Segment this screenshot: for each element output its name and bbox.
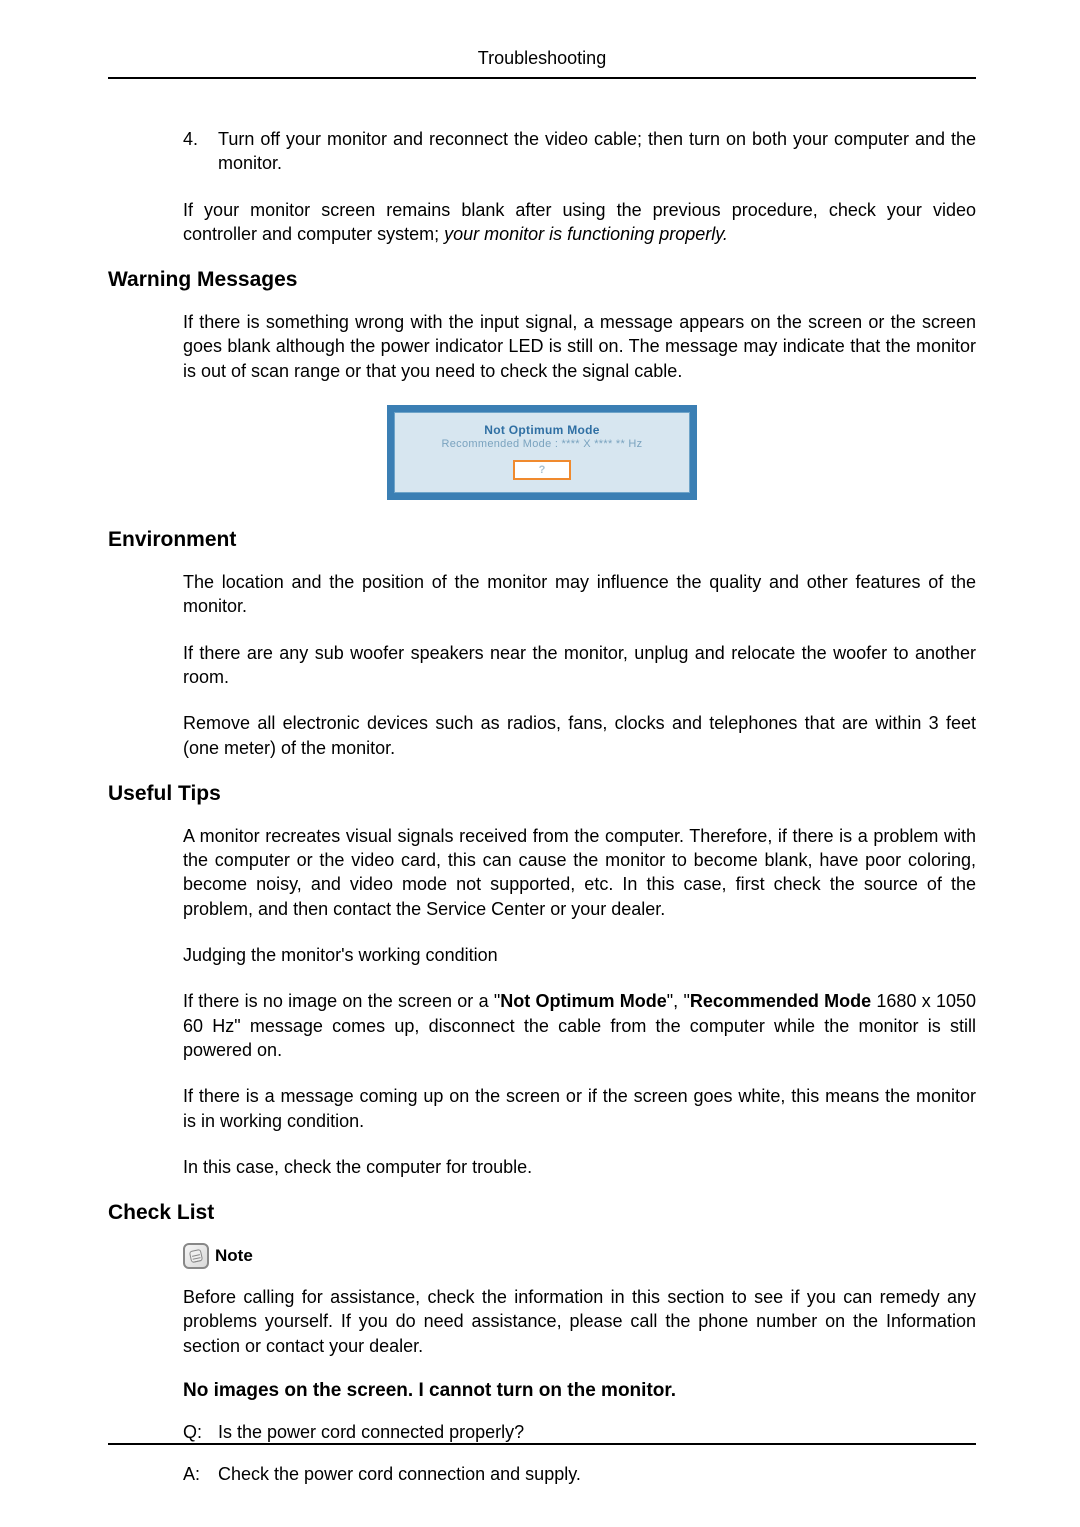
heading-check-list: Check List	[108, 1201, 976, 1225]
checklist-note-paragraph: Before calling for assistance, check the…	[183, 1285, 976, 1358]
tips-p3-pre: If there is no image on the screen or a …	[183, 991, 500, 1011]
tips-p1: A monitor recreates visual signals recei…	[183, 824, 976, 921]
q-text: Is the power cord connected properly?	[218, 1420, 976, 1444]
dialog-body: Not Optimum Mode Recommended Mode : ****…	[394, 412, 690, 493]
a-text: Check the power cord connection and supp…	[218, 1462, 976, 1486]
qa-answer-row: A: Check the power cord connection and s…	[183, 1462, 976, 1486]
tips-p5: In this case, check the computer for tro…	[183, 1155, 976, 1179]
tips-p3-mid: ", "	[667, 991, 690, 1011]
heading-environment: Environment	[108, 528, 976, 552]
a-label: A:	[183, 1462, 218, 1486]
tips-p3-bold2: Recommended Mode	[690, 991, 871, 1011]
tips-p4: If there is a message coming up on the s…	[183, 1084, 976, 1133]
warning-dialog-image: Not Optimum Mode Recommended Mode : ****…	[108, 405, 976, 500]
note-label: Note	[215, 1246, 253, 1266]
environment-p3: Remove all electronic devices such as ra…	[183, 711, 976, 760]
note-row: Note	[183, 1243, 976, 1269]
dialog-help-button: ?	[513, 460, 572, 480]
tips-p3: If there is no image on the screen or a …	[183, 989, 976, 1062]
dialog-frame: Not Optimum Mode Recommended Mode : ****…	[387, 405, 697, 500]
heading-useful-tips: Useful Tips	[108, 782, 976, 806]
step-number: 4.	[183, 127, 218, 176]
environment-p1: The location and the position of the mon…	[183, 570, 976, 619]
warning-paragraph: If there is something wrong with the inp…	[183, 310, 976, 383]
environment-p2: If there are any sub woofer speakers nea…	[183, 641, 976, 690]
dialog-line-1: Not Optimum Mode	[395, 423, 689, 437]
step-4: 4. Turn off your monitor and reconnect t…	[183, 127, 976, 176]
tips-p2: Judging the monitor's working condition	[183, 943, 976, 967]
step-text: Turn off your monitor and reconnect the …	[218, 127, 976, 176]
subheading-no-images: No images on the screen. I cannot turn o…	[183, 1380, 976, 1402]
page-header: Troubleshooting	[108, 48, 976, 79]
heading-warning-messages: Warning Messages	[108, 268, 976, 292]
dialog-line-2: Recommended Mode : **** X **** ** Hz	[395, 438, 689, 450]
footer-rule	[108, 1443, 976, 1445]
tips-p3-bold1: Not Optimum Mode	[500, 991, 667, 1011]
post-step-paragraph: If your monitor screen remains blank aft…	[183, 198, 976, 247]
note-icon	[183, 1243, 209, 1269]
post-step-italic: your monitor is functioning properly.	[444, 224, 728, 244]
qa-question-row: Q: Is the power cord connected properly?	[183, 1420, 976, 1444]
q-label: Q:	[183, 1420, 218, 1444]
